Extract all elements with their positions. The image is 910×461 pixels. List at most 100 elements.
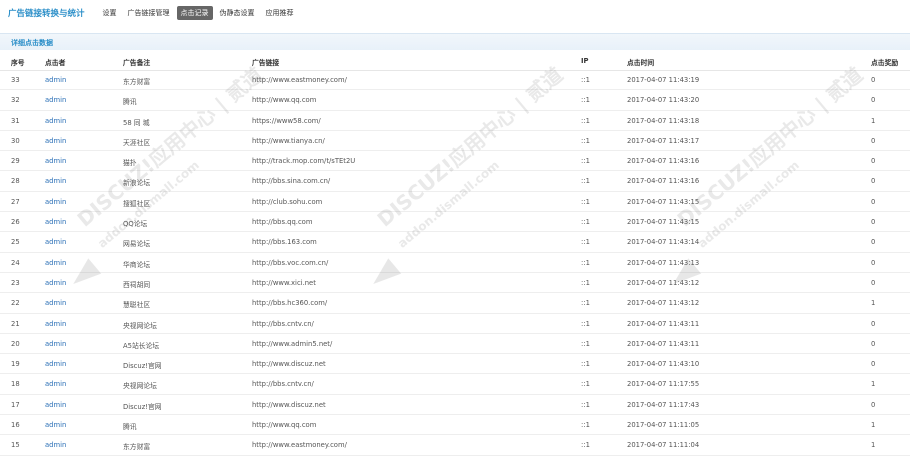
- cell-ip: ::1: [581, 157, 590, 166]
- cell-id: 15: [11, 441, 20, 450]
- cell-clicker[interactable]: admin: [45, 279, 66, 287]
- cell-click-time: 2017-04-07 11:43:18: [627, 116, 700, 125]
- nav-rewrite-settings[interactable]: 伪静态设置: [216, 6, 259, 20]
- cell-ad-link: http://www.xici.net: [252, 278, 316, 287]
- table-row: 23 admin 西祠胡同 http://www.xici.net::1 2017-04…: [0, 273, 910, 294]
- table-row: 25 admin 网易论坛 http://bbs.163.com::1 2017-04-…: [0, 232, 910, 253]
- cell-reward: 0: [871, 76, 876, 84]
- cell-id: 19: [11, 360, 20, 369]
- nav-ad-link-management[interactable]: 广告链接管理: [124, 6, 174, 20]
- cell-clicker[interactable]: admin: [45, 441, 66, 449]
- cell-clicker[interactable]: admin: [45, 177, 66, 185]
- cell-reward: 0: [871, 136, 876, 145]
- cell-ad-link: http://www.discuz.net: [252, 400, 326, 409]
- cell-ad-note: Discuz!官网: [123, 362, 162, 371]
- col-header-id: 序号: [11, 59, 25, 67]
- cell-click-time: 2017-04-07 11:43:20: [627, 96, 700, 105]
- nav-app-recommend[interactable]: 应用推荐: [262, 6, 298, 20]
- cell-reward: 1: [871, 380, 876, 389]
- cell-reward: 0: [871, 96, 876, 105]
- cell-id: 22: [11, 299, 20, 308]
- cell-ip: ::1: [581, 177, 590, 186]
- cell-clicker[interactable]: admin: [45, 96, 66, 104]
- cell-ad-link: http://bbs.sina.com.cn/: [252, 177, 331, 186]
- cell-ad-note: 天涯社区: [123, 138, 151, 147]
- cell-ad-note: 华商论坛: [123, 260, 151, 269]
- cell-ad-link: http://www.qq.com: [252, 96, 317, 105]
- cell-clicker[interactable]: admin: [45, 380, 66, 388]
- cell-ip: ::1: [581, 116, 590, 125]
- cell-clicker[interactable]: admin: [45, 401, 66, 409]
- cell-click-time: 2017-04-07 11:43:17: [627, 136, 700, 145]
- cell-ad-note: 东方财富: [123, 443, 151, 452]
- cell-click-time: 2017-04-07 11:43:13: [627, 258, 700, 267]
- cell-ad-link: http://www.admin5.net/: [252, 339, 333, 348]
- table-row: 16 admin 腾讯 http://www.qq.com::1 2017-04-07 …: [0, 415, 910, 436]
- cell-reward: 0: [871, 177, 876, 186]
- cell-ip: ::1: [581, 136, 590, 145]
- cell-click-time: 2017-04-07 11:11:04: [627, 441, 700, 450]
- cell-clicker[interactable]: admin: [45, 320, 66, 328]
- cell-click-time: 2017-04-07 11:43:12: [627, 278, 700, 287]
- cell-ad-note: 新浪论坛: [123, 179, 151, 188]
- col-header-clicker: 点击者: [45, 59, 66, 67]
- app-header: 广告链接转换与统计 设置 广告链接管理 点击记录 伪静态设置 应用推荐: [0, 0, 910, 26]
- table-row: 19 admin Discuz!官网 http://www.discuz.net::1…: [0, 354, 910, 375]
- section-header: 详细点击数据: [0, 33, 910, 50]
- cell-ad-note: 腾讯: [123, 423, 137, 432]
- cell-clicker[interactable]: admin: [45, 360, 66, 368]
- nav-click-records[interactable]: 点击记录: [176, 6, 213, 20]
- cell-ad-link: http://bbs.hc360.com/: [252, 299, 328, 308]
- table-row: 33 admin 东方财富 http://www.eastmoney.com/::1 2…: [0, 70, 910, 91]
- nav-settings[interactable]: 设置: [99, 6, 121, 20]
- cell-ad-note: 慧聪社区: [123, 301, 151, 310]
- cell-clicker[interactable]: admin: [45, 340, 66, 348]
- cell-ad-link: http://www.eastmoney.com/: [252, 441, 347, 450]
- cell-ip: ::1: [581, 299, 590, 308]
- cell-clicker[interactable]: admin: [45, 76, 66, 84]
- cell-clicker[interactable]: admin: [45, 117, 66, 125]
- cell-ad-note: 央视网论坛: [123, 382, 157, 391]
- cell-clicker[interactable]: admin: [45, 259, 66, 267]
- cell-click-time: 2017-04-07 11:43:11: [627, 339, 700, 348]
- cell-ip: ::1: [581, 319, 590, 328]
- cell-ad-link: http://www.qq.com: [252, 421, 317, 430]
- cell-clicker[interactable]: admin: [45, 198, 66, 206]
- cell-ad-link: https://www58.com/: [252, 116, 321, 125]
- cell-click-time: 2017-04-07 11:43:12: [627, 299, 700, 308]
- cell-reward: 0: [871, 258, 876, 267]
- cell-ad-link: http://bbs.voc.com.cn/: [252, 258, 329, 267]
- cell-ad-note: 网易论坛: [123, 240, 151, 249]
- cell-clicker[interactable]: admin: [45, 238, 66, 246]
- cell-reward: 0: [871, 157, 876, 166]
- cell-ip: ::1: [581, 380, 590, 389]
- cell-ad-note: 搜狐社区: [123, 199, 151, 208]
- cell-id: 29: [11, 157, 20, 166]
- cell-clicker[interactable]: admin: [45, 299, 66, 307]
- col-header-click-time: 点击时间: [627, 59, 655, 67]
- cell-reward: 1: [871, 299, 876, 308]
- cell-click-time: 2017-04-07 11:17:43: [627, 400, 700, 409]
- cell-id: 24: [11, 258, 20, 267]
- cell-ip: ::1: [581, 218, 590, 227]
- cell-reward: 0: [871, 218, 876, 227]
- cell-click-time: 2017-04-07 11:43:19: [627, 76, 700, 84]
- table-row: 15 admin 东方财富 http://www.eastmoney.com/::1 2…: [0, 435, 910, 456]
- col-header-ad-link: 广告链接: [252, 59, 280, 67]
- cell-ad-note: 央视网论坛: [123, 321, 157, 330]
- cell-ip: ::1: [581, 421, 590, 430]
- cell-clicker[interactable]: admin: [45, 157, 66, 165]
- cell-reward: 0: [871, 319, 876, 328]
- table-row: 32 admin 腾讯 http://www.qq.com::1 2017-04-07 …: [0, 90, 910, 111]
- cell-reward: 1: [871, 421, 876, 430]
- cell-clicker[interactable]: admin: [45, 218, 66, 226]
- cell-clicker[interactable]: admin: [45, 421, 66, 429]
- table-row: 31 admin 58 同 城 https://www58.com/::1 2017-0…: [0, 111, 910, 131]
- cell-ip: ::1: [581, 258, 590, 267]
- app-title: 广告链接转换与统计: [8, 9, 85, 19]
- cell-clicker[interactable]: admin: [45, 137, 66, 145]
- cell-id: 32: [11, 96, 20, 105]
- cell-ip: ::1: [581, 278, 590, 287]
- cell-id: 27: [11, 197, 20, 206]
- cell-id: 20: [11, 339, 20, 348]
